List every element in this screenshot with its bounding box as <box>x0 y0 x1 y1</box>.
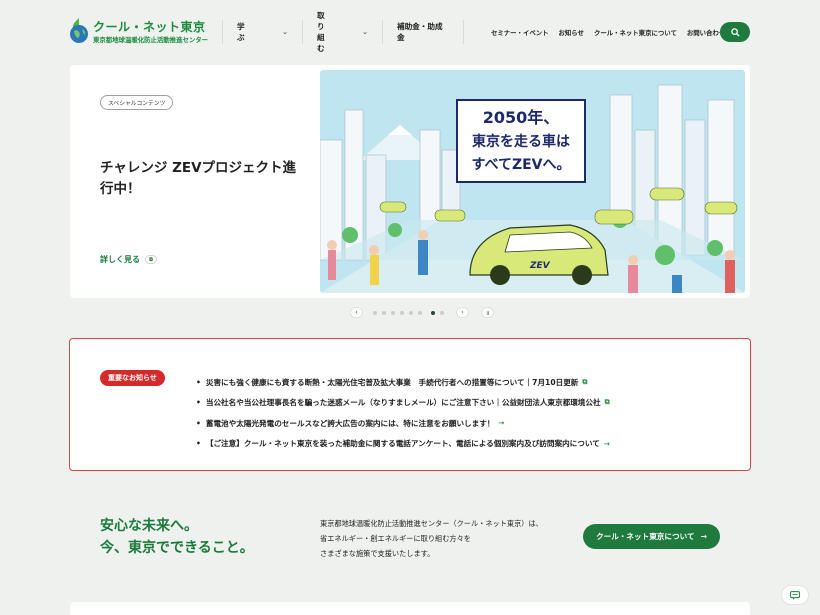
zev-banner-illustration: 2050年、 東京を走る車は すべてZEVへ。 ZEV <box>320 70 745 293</box>
notice-badge: 重要なお知らせ <box>100 370 165 386</box>
arrow-right-icon: → <box>603 439 610 448</box>
nav-action-label: 取り組む <box>317 11 325 53</box>
logo-subtitle: 東京都地球温暖化防止活動推進センター <box>93 36 209 44</box>
carousel-controls: ‹ › ॥ <box>350 307 495 319</box>
site-logo[interactable]: クール・ネット東京 東京都地球温暖化防止活動推進センター <box>68 16 218 46</box>
chat-icon <box>790 590 800 600</box>
about-heading-line-2: 今、東京でできること。 <box>100 540 254 556</box>
notice-item-text: 蓄電池や太陽光発電のセールスなど誇大広告の案内には、特に注意をお願いします！ <box>205 418 495 428</box>
notice-item-text: 災害にも強く健康にも資する断熱・太陽光住宅普及拡大事業 手続代行者への措置等につ… <box>205 377 579 387</box>
about-text-line-2: 省エネルギー・創エネルギーに取り組む方々を <box>320 534 471 543</box>
important-notice: 重要なお知らせ • 災害にも強く健康にも資する断熱・太陽光住宅普及拡大事業 手続… <box>69 338 751 471</box>
carousel-dot[interactable] <box>440 311 444 315</box>
banner-line-1: 2050年、 <box>483 108 560 127</box>
bullet-icon: • <box>196 377 201 387</box>
notice-item[interactable]: • 【ご注意】クール・ネット東京を装った補助金に関する電話アンケート、電話による… <box>196 434 610 455</box>
chevron-right-icon: › <box>461 309 464 316</box>
search-icon <box>730 27 740 37</box>
chevron-down-icon: ⌄ <box>362 28 368 36</box>
about-text: 東京都地球温暖化防止活動推進センター（クール・ネット東京）は、 省エネルギー・創… <box>320 516 543 561</box>
nav-learn-label: 学ぶ <box>237 22 245 42</box>
banner-line-2: 東京を走る車は <box>472 133 570 150</box>
nav-learn[interactable]: 学ぶ ⌄ <box>222 20 302 44</box>
chevron-left-icon: ‹ <box>355 309 358 316</box>
hero-more-label: 詳しく見る <box>100 255 140 264</box>
external-link-icon: ⧉ <box>145 255 157 264</box>
nav-subsidy[interactable]: 補助金・助成金 <box>382 20 464 44</box>
notice-item-text: 【ご注意】クール・ネット東京を装った補助金に関する電話アンケート、電話による個別… <box>205 439 600 449</box>
notice-item[interactable]: • 災害にも強く健康にも資する断熱・太陽光住宅普及拡大事業 手続代行者への措置等… <box>196 372 610 393</box>
nav-news-link[interactable]: お知らせ <box>559 28 584 37</box>
bullet-icon: • <box>196 398 201 408</box>
nav-about-link[interactable]: クール・ネット東京について <box>594 28 677 37</box>
main-nav: 学ぶ ⌄ 取り組む ⌄ 補助金・助成金 <box>222 11 464 53</box>
carousel-dot[interactable] <box>382 311 386 315</box>
carousel-prev-button[interactable]: ‹ <box>350 307 363 318</box>
nav-subsidy-label: 補助金・助成金 <box>397 22 443 42</box>
about-heading: 安心な未来へ。 今、東京でできること。 <box>100 515 254 559</box>
about-button[interactable]: クール・ネット東京について → <box>583 524 720 549</box>
carousel-next-button[interactable]: › <box>456 307 469 318</box>
search-button[interactable] <box>720 22 750 42</box>
chat-button[interactable] <box>781 585 809 605</box>
site-header: クール・ネット東京 東京都地球温暖化防止活動推進センター 学ぶ ⌄ 取り組む ⌄… <box>0 0 820 64</box>
carousel-pause-button[interactable]: ॥ <box>481 307 494 318</box>
arrow-right-icon: → <box>700 532 707 541</box>
pause-icon: ॥ <box>485 309 490 317</box>
carousel-dot-active[interactable] <box>431 311 435 315</box>
hero-title: チャレンジ ZEVプロジェクト進行中！ <box>100 160 297 197</box>
notice-list: • 災害にも強く健康にも資する断熱・太陽光住宅普及拡大事業 手続代行者への措置等… <box>196 372 610 454</box>
chevron-down-icon: ⌄ <box>282 28 288 36</box>
nav-action[interactable]: 取り組む ⌄ <box>302 11 382 53</box>
hero-tag: スペシャルコンテンツ <box>100 95 174 110</box>
logo-title: クール・ネット東京 <box>93 20 206 34</box>
notice-item[interactable]: • 当公社名や当公社理事長名を騙った迷惑メール（なりすましメール）にご注意下さい… <box>196 393 610 414</box>
external-link-icon: ⧉ <box>604 398 610 407</box>
bullet-icon: • <box>196 418 201 428</box>
notice-item-text: 当公社名や当公社理事長名を騙った迷惑メール（なりすましメール）にご注意下さい｜公… <box>205 398 601 408</box>
external-link-icon: ⧉ <box>582 377 588 386</box>
carousel-dot[interactable] <box>418 311 422 315</box>
carousel-dot[interactable] <box>373 311 377 315</box>
about-text-line-1: 東京都地球温暖化防止活動推進センター（クール・ネット東京）は、 <box>320 519 543 528</box>
notice-item[interactable]: • 蓄電池や太陽光発電のセールスなど誇大広告の案内には、特に注意をお願いします！… <box>196 413 610 434</box>
car-label: ZEV <box>529 261 551 271</box>
hero-more-link[interactable]: 詳しく見る ⧉ <box>100 254 157 265</box>
globe-logo-icon <box>70 18 88 43</box>
carousel-dot[interactable] <box>391 311 395 315</box>
arrow-right-icon: → <box>498 419 505 428</box>
sub-nav: セミナー・イベント お知らせ クール・ネット東京について お問い合わせ <box>491 28 725 37</box>
bullet-icon: • <box>196 439 201 449</box>
about-text-line-3: さまざまな施策で支援いたします。 <box>320 549 435 558</box>
about-heading-line-1: 安心な未来へ。 <box>100 518 198 534</box>
about-button-label: クール・ネット東京について <box>596 532 695 541</box>
next-section-card <box>70 602 750 615</box>
carousel-dot[interactable] <box>409 311 413 315</box>
carousel-dot[interactable] <box>400 311 404 315</box>
hero-slide[interactable]: スペシャルコンテンツ チャレンジ ZEVプロジェクト進行中！ 詳しく見る ⧉ 2… <box>70 65 750 298</box>
nav-seminar-link[interactable]: セミナー・イベント <box>491 28 549 37</box>
banner-line-3: すべてZEVへ。 <box>471 157 570 173</box>
